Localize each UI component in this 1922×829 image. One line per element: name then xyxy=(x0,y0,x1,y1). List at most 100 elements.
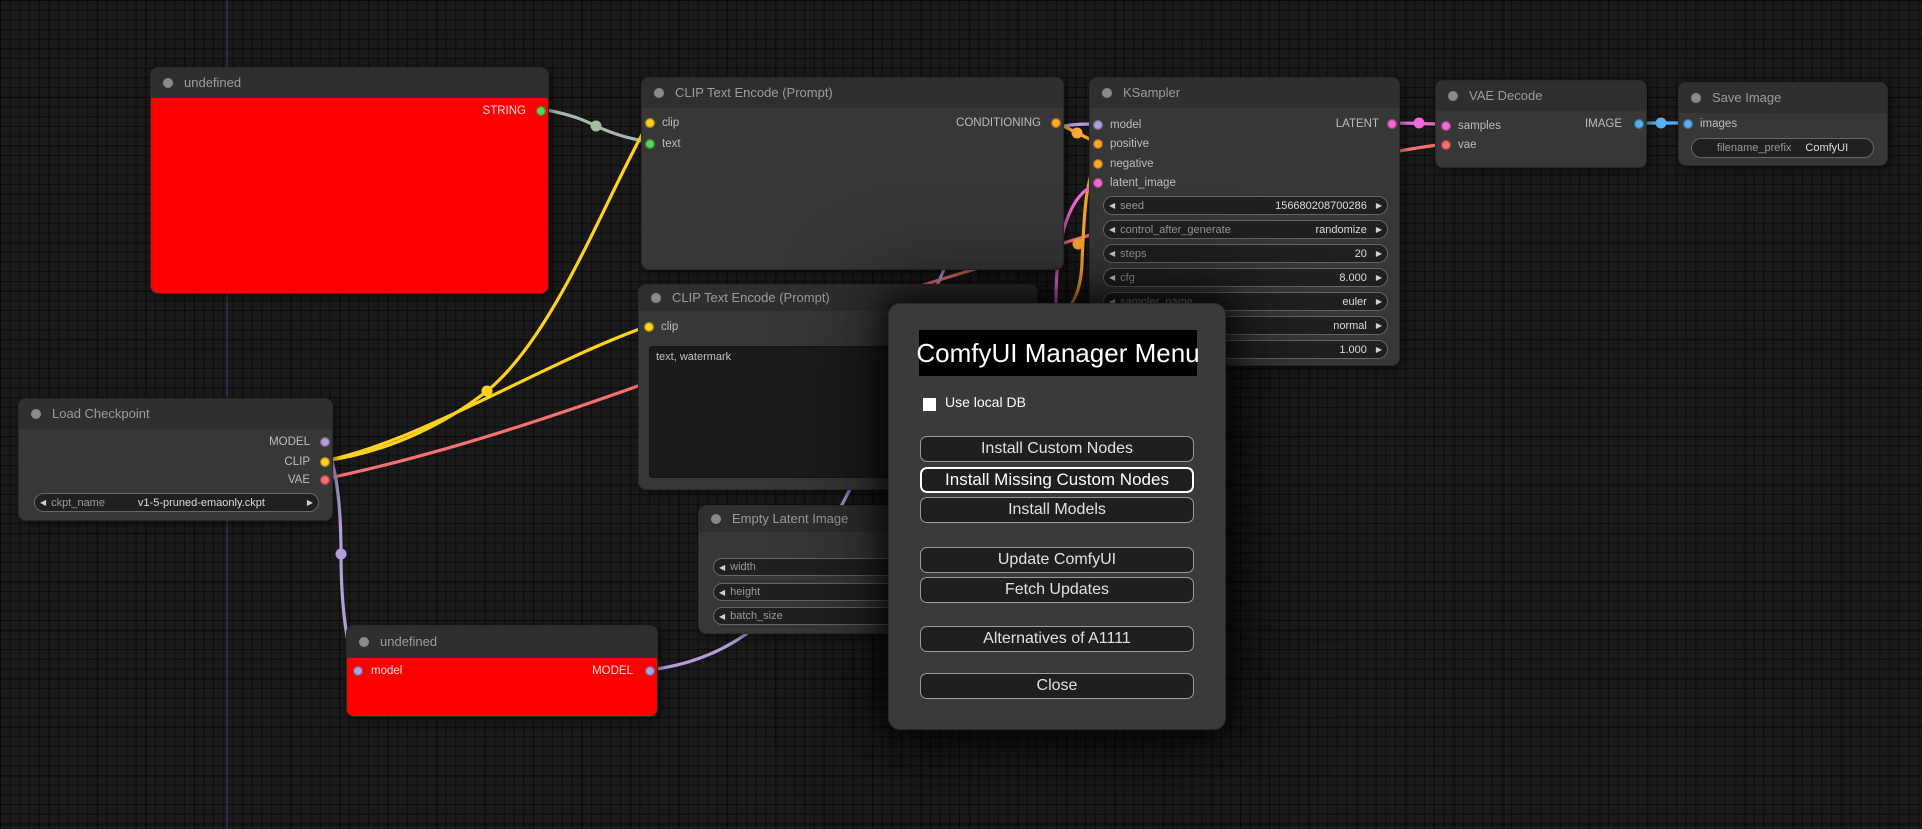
input-port-samples[interactable] xyxy=(1441,121,1451,131)
output-port-vae[interactable] xyxy=(320,475,330,485)
node-collapse-dot[interactable] xyxy=(359,637,369,647)
input-port-model[interactable] xyxy=(1093,120,1103,130)
input-port-vae[interactable] xyxy=(1441,140,1451,150)
node-clip-text-encode-1[interactable]: CLIP Text Encode (Prompt) clip text COND… xyxy=(641,77,1064,270)
output-label-model: MODEL xyxy=(592,665,633,677)
node-collapse-dot[interactable] xyxy=(654,88,664,98)
decrement-arrow-icon[interactable]: ◀ xyxy=(714,588,730,597)
input-port-images[interactable] xyxy=(1683,119,1693,129)
input-port-clip[interactable] xyxy=(644,322,654,332)
increment-arrow-icon[interactable]: ▶ xyxy=(1371,345,1387,354)
use-local-db-checkbox[interactable] xyxy=(923,398,936,411)
node-save-image[interactable]: Save Image images filename_prefix ComfyU… xyxy=(1678,82,1888,166)
output-port-latent[interactable] xyxy=(1387,119,1397,129)
reroute-dot-image[interactable] xyxy=(1655,117,1667,129)
widget-value[interactable]: ComfyUI xyxy=(1805,142,1848,154)
input-label-clip: clip xyxy=(661,321,679,333)
alternatives-of-a1111-button[interactable]: Alternatives of A1111 xyxy=(920,626,1194,652)
widget-ckpt-name[interactable]: ◀ ckpt_name v1-5-pruned-emaonly.ckpt ▶ xyxy=(34,493,319,512)
input-port-positive[interactable] xyxy=(1093,139,1103,149)
reroute-dot-cond-2[interactable] xyxy=(1072,238,1084,250)
widget-filename-prefix[interactable]: filename_prefix ComfyUI xyxy=(1691,138,1874,158)
input-label-vae: vae xyxy=(1458,139,1477,151)
decrement-arrow-icon[interactable]: ◀ xyxy=(1104,201,1120,210)
reroute-dot-string[interactable] xyxy=(590,120,602,132)
increment-arrow-icon[interactable]: ▶ xyxy=(1371,201,1387,210)
node-collapse-dot[interactable] xyxy=(651,293,661,303)
widget-label: control_after_generate xyxy=(1120,223,1231,236)
output-label-conditioning: CONDITIONING xyxy=(956,117,1041,129)
widget-value[interactable]: 8.000 xyxy=(1135,272,1371,284)
increment-arrow-icon[interactable]: ▶ xyxy=(302,498,318,507)
install-missing-custom-nodes-button[interactable]: Install Missing Custom Nodes xyxy=(920,467,1194,493)
increment-arrow-icon[interactable]: ▶ xyxy=(1371,321,1387,330)
node-load-checkpoint[interactable]: Load Checkpoint MODEL CLIP VAE ◀ ckpt_na… xyxy=(18,398,333,521)
reroute-dot-latent[interactable] xyxy=(1413,117,1425,129)
node-collapse-dot[interactable] xyxy=(711,514,721,524)
output-label-clip: CLIP xyxy=(284,456,310,468)
output-label-vae: VAE xyxy=(287,474,310,486)
decrement-arrow-icon[interactable]: ◀ xyxy=(1104,225,1120,234)
output-port-clip[interactable] xyxy=(320,457,330,467)
reroute-dot-cond-1[interactable] xyxy=(1071,127,1083,139)
increment-arrow-icon[interactable]: ▶ xyxy=(1371,249,1387,258)
input-label-latent-image: latent_image xyxy=(1110,177,1176,189)
input-label-negative: negative xyxy=(1110,158,1154,170)
decrement-arrow-icon[interactable]: ◀ xyxy=(714,563,730,572)
reroute-dot-model[interactable] xyxy=(335,548,347,560)
widget-value[interactable]: v1-5-pruned-emaonly.ckpt xyxy=(105,497,302,509)
node-title: undefined xyxy=(184,75,242,90)
fetch-updates-button[interactable]: Fetch Updates xyxy=(920,577,1194,603)
reroute-dot-clip[interactable] xyxy=(481,385,493,397)
widget-label: ckpt_name xyxy=(51,496,105,509)
decrement-arrow-icon[interactable]: ◀ xyxy=(714,612,730,621)
node-title: CLIP Text Encode (Prompt) xyxy=(672,290,830,305)
widget-label: cfg xyxy=(1120,271,1135,284)
increment-arrow-icon[interactable]: ▶ xyxy=(1371,297,1387,306)
output-port-conditioning[interactable] xyxy=(1051,118,1061,128)
output-port-model[interactable] xyxy=(645,666,655,676)
widget-label: batch_size xyxy=(730,610,783,622)
increment-arrow-icon[interactable]: ▶ xyxy=(1371,225,1387,234)
decrement-arrow-icon[interactable]: ◀ xyxy=(1104,273,1120,282)
node-collapse-dot[interactable] xyxy=(1448,91,1458,101)
widget-label: seed xyxy=(1120,199,1145,212)
node-collapse-dot[interactable] xyxy=(1691,93,1701,103)
close-button[interactable]: Close xyxy=(920,673,1194,699)
input-port-text[interactable] xyxy=(645,139,655,149)
output-port-image[interactable] xyxy=(1634,119,1644,129)
increment-arrow-icon[interactable]: ▶ xyxy=(1371,273,1387,282)
output-port-string[interactable] xyxy=(536,106,546,116)
decrement-arrow-icon[interactable]: ◀ xyxy=(1104,249,1120,258)
node-title: CLIP Text Encode (Prompt) xyxy=(675,85,833,100)
widget-cfg[interactable]: ◀ cfg 8.000 ▶ xyxy=(1103,268,1388,287)
widget-steps[interactable]: ◀ steps 20 ▶ xyxy=(1103,244,1388,263)
comfyui-manager-menu-dialog: ComfyUI Manager Menu Use local DB Instal… xyxy=(888,303,1226,730)
node-vae-decode[interactable]: VAE Decode samples vae IMAGE xyxy=(1435,80,1647,168)
node-title: Load Checkpoint xyxy=(52,406,150,421)
widget-label: height xyxy=(730,586,761,598)
widget-control-after-generate[interactable]: ◀ control_after_generate randomize ▶ xyxy=(1103,220,1388,239)
input-port-latent-image[interactable] xyxy=(1093,178,1103,188)
widget-value[interactable]: 156680208700286 xyxy=(1144,200,1371,212)
node-collapse-dot[interactable] xyxy=(1102,88,1112,98)
widget-seed[interactable]: ◀ seed 156680208700286 ▶ xyxy=(1103,196,1388,215)
widget-value[interactable]: randomize xyxy=(1231,224,1371,236)
update-comfyui-button[interactable]: Update ComfyUI xyxy=(920,547,1194,573)
input-port-model[interactable] xyxy=(353,666,363,676)
input-port-negative[interactable] xyxy=(1093,159,1103,169)
node-undefined-top[interactable]: undefined STRING xyxy=(150,67,549,294)
comfyui-canvas[interactable]: { "canvas": {"bg": "#1a1a1a", "axis_line… xyxy=(0,0,1922,829)
input-label-text: text xyxy=(662,138,681,150)
node-collapse-dot[interactable] xyxy=(163,78,173,88)
install-models-button[interactable]: Install Models xyxy=(920,497,1194,523)
output-port-model[interactable] xyxy=(320,437,330,447)
widget-value[interactable]: 20 xyxy=(1146,248,1370,260)
node-title: Save Image xyxy=(1712,90,1782,105)
decrement-arrow-icon[interactable]: ◀ xyxy=(35,498,51,507)
input-port-clip[interactable] xyxy=(645,118,655,128)
dialog-title: ComfyUI Manager Menu xyxy=(916,330,1200,376)
install-custom-nodes-button[interactable]: Install Custom Nodes xyxy=(920,436,1194,462)
node-collapse-dot[interactable] xyxy=(31,409,41,419)
node-undefined-bottom[interactable]: undefined model MODEL xyxy=(346,625,658,717)
